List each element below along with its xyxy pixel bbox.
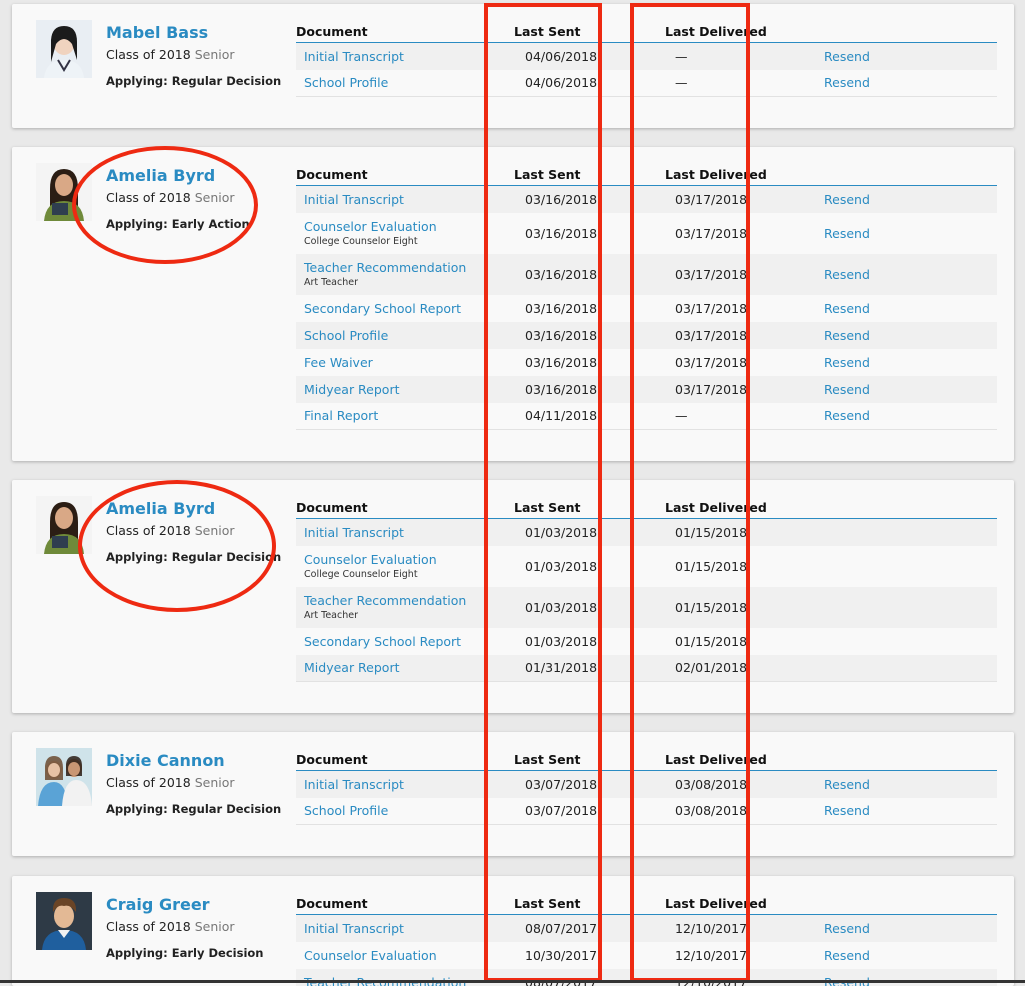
col-document: Document	[296, 161, 514, 186]
resend-link[interactable]: Resend	[815, 213, 997, 254]
document-link[interactable]: Teacher Recommendation	[304, 593, 514, 608]
col-document: Document	[296, 18, 514, 43]
resend-link[interactable]: Resend	[815, 376, 997, 403]
document-link[interactable]: Final Report	[304, 408, 514, 423]
document-link[interactable]: Initial Transcript	[304, 525, 514, 540]
document-link[interactable]: Initial Transcript	[304, 49, 514, 64]
resend-link[interactable]: Resend	[815, 915, 997, 942]
document-link[interactable]: Initial Transcript	[304, 777, 514, 792]
student-class: Class of 2018Senior	[106, 47, 235, 62]
document-link[interactable]: Teacher Recommendation	[304, 260, 514, 275]
document-link[interactable]: Secondary School Report	[304, 634, 514, 649]
resend-link[interactable]: Resend	[815, 43, 997, 70]
col-document: Document	[296, 494, 514, 519]
document-link[interactable]: Fee Waiver	[304, 355, 514, 370]
document-author: Art Teacher	[304, 610, 514, 621]
resend-link[interactable]: Resend	[815, 969, 997, 986]
document-link[interactable]: Counselor Evaluation	[304, 219, 514, 234]
student-photo	[36, 20, 92, 78]
document-author: College Counselor Eight	[304, 569, 514, 580]
resend-link[interactable]: Resend	[815, 70, 997, 97]
resend-link[interactable]: Resend	[815, 322, 997, 349]
document-link[interactable]: Initial Transcript	[304, 192, 514, 207]
student-name[interactable]: Mabel Bass	[106, 23, 208, 42]
action-cell	[815, 655, 997, 682]
document-link[interactable]: Counselor Evaluation	[304, 948, 514, 963]
col-action	[815, 746, 997, 771]
document-link[interactable]: Counselor Evaluation	[304, 552, 514, 567]
document-link[interactable]: Midyear Report	[304, 382, 514, 397]
student-photo	[36, 748, 92, 806]
document-link[interactable]: Initial Transcript	[304, 921, 514, 936]
document-link[interactable]: Secondary School Report	[304, 301, 514, 316]
resend-link[interactable]: Resend	[815, 254, 997, 295]
annotation-box-last-delivered	[630, 3, 750, 982]
col-action	[815, 18, 997, 43]
action-cell	[815, 519, 997, 546]
document-link[interactable]: School Profile	[304, 328, 514, 343]
resend-link[interactable]: Resend	[815, 798, 997, 825]
resend-link[interactable]: Resend	[815, 295, 997, 322]
applying-plan: Applying: Regular Decision	[106, 74, 281, 88]
action-cell	[815, 628, 997, 655]
document-author: College Counselor Eight	[304, 236, 514, 247]
student-name[interactable]: Craig Greer	[106, 895, 210, 914]
resend-link[interactable]: Resend	[815, 942, 997, 969]
annotation-circle-regular-decision	[78, 480, 276, 612]
col-document: Document	[296, 890, 514, 915]
document-link[interactable]: School Profile	[304, 803, 514, 818]
resend-link[interactable]: Resend	[815, 771, 997, 798]
applying-plan: Applying: Early Decision	[106, 946, 263, 960]
student-class: Class of 2018Senior	[106, 919, 235, 934]
student-photo	[36, 892, 92, 950]
document-link[interactable]: Midyear Report	[304, 660, 514, 675]
resend-link[interactable]: Resend	[815, 349, 997, 376]
student-name[interactable]: Dixie Cannon	[106, 751, 225, 770]
action-cell	[815, 587, 997, 628]
col-action	[815, 890, 997, 915]
annotation-box-last-sent	[484, 3, 602, 982]
col-action	[815, 494, 997, 519]
col-document: Document	[296, 746, 514, 771]
document-author: Art Teacher	[304, 277, 514, 288]
col-action	[815, 161, 997, 186]
applying-plan: Applying: Regular Decision	[106, 802, 281, 816]
resend-link[interactable]: Resend	[815, 186, 997, 213]
annotation-circle-early-action	[72, 146, 258, 264]
document-link[interactable]: School Profile	[304, 75, 514, 90]
resend-link[interactable]: Resend	[815, 403, 997, 430]
student-class: Class of 2018Senior	[106, 775, 235, 790]
action-cell	[815, 546, 997, 587]
